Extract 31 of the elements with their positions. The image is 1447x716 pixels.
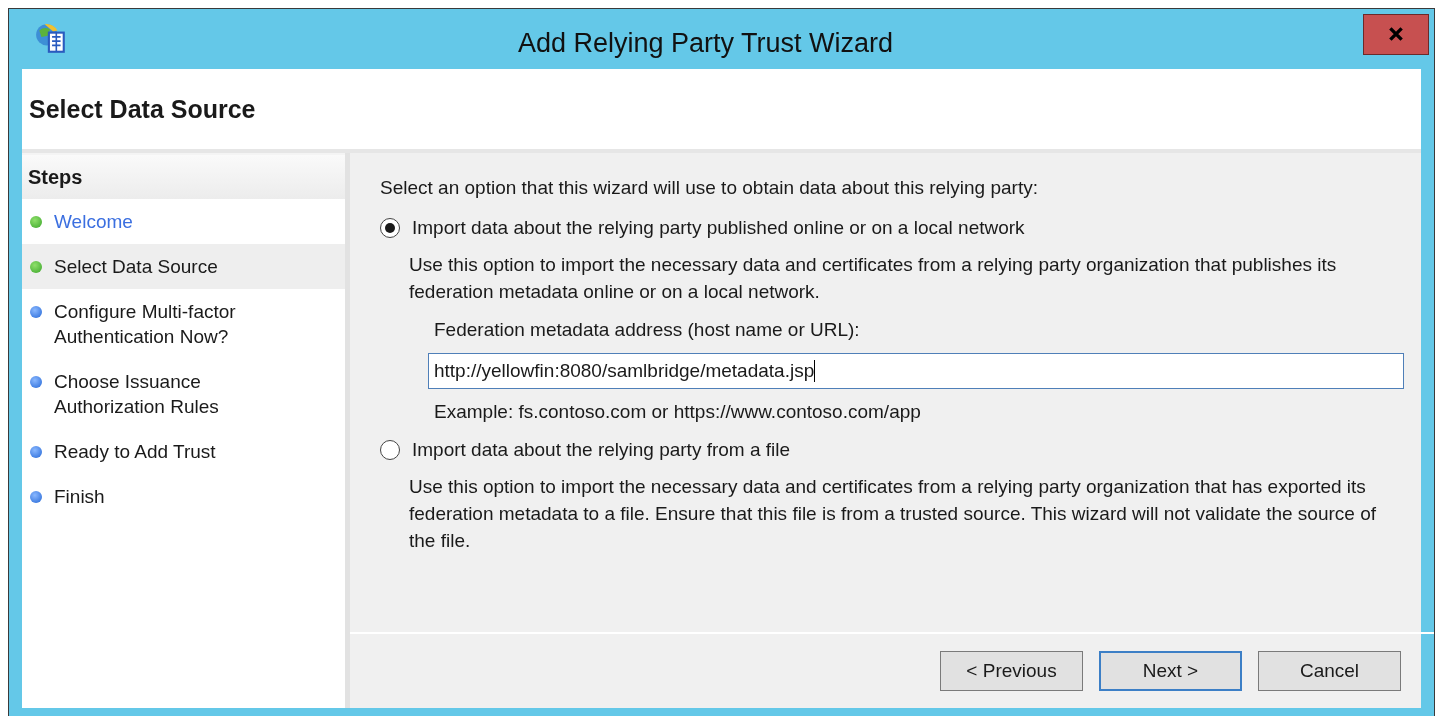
close-button[interactable] <box>1363 13 1429 55</box>
step-label: Configure Multi-factor Authentication Now? <box>54 300 237 349</box>
globe-server-icon <box>34 22 68 56</box>
radio-button[interactable] <box>380 218 400 238</box>
close-icon <box>1387 25 1405 43</box>
instruction-text: Select an option that this wizard will use to obtain data about this relying party: <box>380 177 1039 199</box>
step-label: Choose Issuance Authorization Rules <box>54 370 220 419</box>
radio-button[interactable] <box>380 440 400 460</box>
wizard-button[interactable]: < Previous <box>940 651 1083 691</box>
option-description: Use this option to import the necessary data and certificates from a relying party organization that publishes its federation metadata online or on a local network. <box>409 253 1338 304</box>
step-item[interactable]: Ready to Add Trust <box>22 429 345 474</box>
window-title: Add Relying Party Trust Wizard <box>516 27 895 59</box>
wizard-button[interactable]: Next > <box>1099 651 1242 691</box>
step-label: Finish <box>54 485 105 509</box>
page-title: Select Data Source <box>29 94 256 124</box>
step-item[interactable]: Choose Issuance Authorization Rules <box>22 359 345 429</box>
address-field[interactable]: http://yellowfin:8080/samlbridge/metadata.jsp <box>428 353 1404 389</box>
step-item[interactable]: Configure Multi-factor Authentication Now? <box>22 289 345 359</box>
steps-heading: Steps <box>22 153 345 199</box>
step-item[interactable]: Finish <box>22 474 345 519</box>
step-item[interactable]: Welcome <box>22 199 345 244</box>
step-label: Select Data Source <box>54 255 218 279</box>
step-link[interactable]: Welcome <box>54 209 133 234</box>
step-item[interactable]: Select Data Source <box>22 244 345 289</box>
option-label[interactable]: Import data about the relying party published online or on a local network <box>412 217 1025 239</box>
example-text: Example: fs.contoso.com or https://www.contoso.com/app <box>434 401 921 423</box>
wizard-button[interactable]: Cancel <box>1258 651 1401 691</box>
field-label: Federation metadata address (host name or URL): <box>434 319 860 341</box>
option-label[interactable]: Import data about the relying party from a file <box>412 439 791 461</box>
step-label: Ready to Add Trust <box>54 440 216 464</box>
option-description: Use this option to import the necessary data and certificates from a relying party organization that has exported its federation metadata to a file. Ensure that this file is from a trusted source. This wizard will not validate the source of the file. <box>409 475 1377 553</box>
